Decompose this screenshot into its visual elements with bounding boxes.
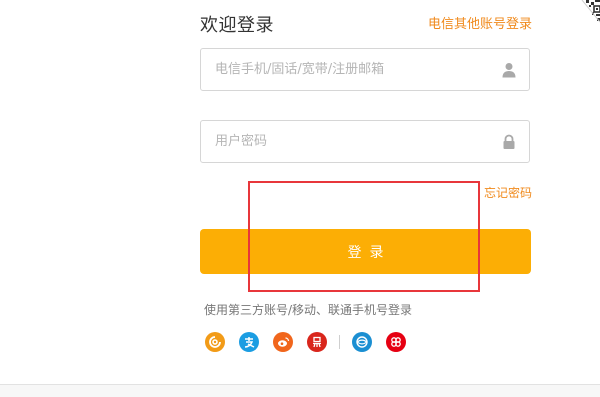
page-title: 欢迎登录 xyxy=(200,15,274,36)
account-input[interactable] xyxy=(201,49,495,90)
social-divider xyxy=(339,335,340,349)
other-account-login-link[interactable]: 电信其他账号登录 xyxy=(428,13,532,32)
account-field xyxy=(200,48,530,91)
page-footer-strip xyxy=(0,385,600,397)
lock-icon xyxy=(501,134,517,150)
password-field xyxy=(200,120,530,163)
yixin-icon[interactable] xyxy=(307,332,327,352)
qr-code-icon[interactable] xyxy=(572,0,600,26)
password-input[interactable] xyxy=(201,121,495,162)
china-mobile-icon[interactable] xyxy=(352,332,372,352)
tianyi-icon[interactable] xyxy=(205,332,225,352)
login-panel: 欢迎登录 电信其他账号登录 电信手机/固话/宽带/注册邮箱 忘记密码 登录 使用… xyxy=(0,0,600,386)
china-unicom-icon[interactable] xyxy=(386,332,406,352)
user-icon xyxy=(501,62,517,78)
forgot-password-link[interactable]: 忘记密码 xyxy=(484,184,532,201)
weibo-icon[interactable] xyxy=(273,332,293,352)
login-button[interactable]: 登录 xyxy=(200,229,531,274)
alipay-icon[interactable] xyxy=(239,332,259,352)
third-party-login-hint: 使用第三方账号/移动、联通手机号登录 xyxy=(204,303,413,317)
social-login-row xyxy=(205,331,420,353)
